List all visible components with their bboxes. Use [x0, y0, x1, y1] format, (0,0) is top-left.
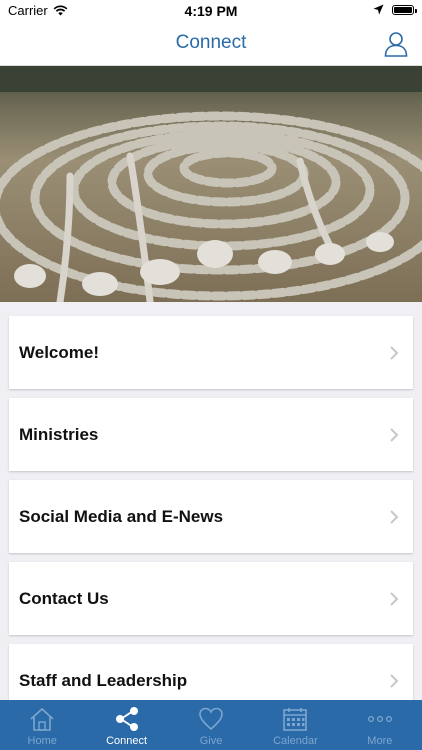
- chevron-right-icon: [390, 674, 399, 688]
- chevron-right-icon: [390, 592, 399, 606]
- clock: 4:19 PM: [184, 3, 238, 19]
- tab-label: Give: [199, 735, 223, 747]
- tab-bar: Home Connect Give Calendar More: [0, 700, 422, 750]
- tab-home[interactable]: Home: [0, 700, 84, 750]
- tab-label: Connect: [106, 735, 148, 747]
- menu-item-label: Social Media and E-News: [19, 507, 224, 526]
- menu-item-ministries[interactable]: Ministries: [9, 398, 413, 471]
- page-title: Connect: [175, 32, 247, 53]
- home-icon: [30, 707, 54, 731]
- menu-item-contact-us[interactable]: Contact Us: [9, 562, 413, 635]
- tab-label: More: [367, 735, 393, 747]
- menu-item-welcome[interactable]: Welcome!: [9, 316, 413, 389]
- hero-image: [0, 66, 422, 302]
- chevron-right-icon: [390, 346, 399, 360]
- share-icon: [115, 707, 138, 731]
- chevron-right-icon: [390, 510, 399, 524]
- tab-more[interactable]: More: [338, 700, 422, 750]
- status-right: [373, 4, 417, 15]
- status-bar: Carrier 4:19 PM: [0, 0, 422, 22]
- stone-labyrinth-photo: [0, 66, 422, 302]
- location-arrow-icon: [373, 4, 384, 15]
- tab-connect[interactable]: Connect: [84, 700, 168, 750]
- calendar-icon: [283, 708, 308, 731]
- menu-item-label: Ministries: [19, 425, 99, 444]
- menu-item-label: Contact Us: [19, 589, 109, 608]
- tab-label: Home: [27, 735, 57, 747]
- menu-item-social-media[interactable]: Social Media and E-News: [9, 480, 413, 553]
- chevron-right-icon: [390, 428, 399, 442]
- person-icon[interactable]: [384, 31, 408, 57]
- battery-icon: [392, 4, 417, 15]
- tab-give[interactable]: Give: [169, 700, 253, 750]
- nav-bar: Connect: [0, 22, 422, 66]
- tab-calendar[interactable]: Calendar: [253, 700, 337, 750]
- menu-item-label: Welcome!: [19, 343, 99, 362]
- more-dots-icon: [367, 715, 392, 723]
- heart-icon: [199, 707, 223, 731]
- tab-label: Calendar: [273, 735, 318, 747]
- menu-list: Welcome! Ministries Social Media and E-N…: [9, 316, 413, 726]
